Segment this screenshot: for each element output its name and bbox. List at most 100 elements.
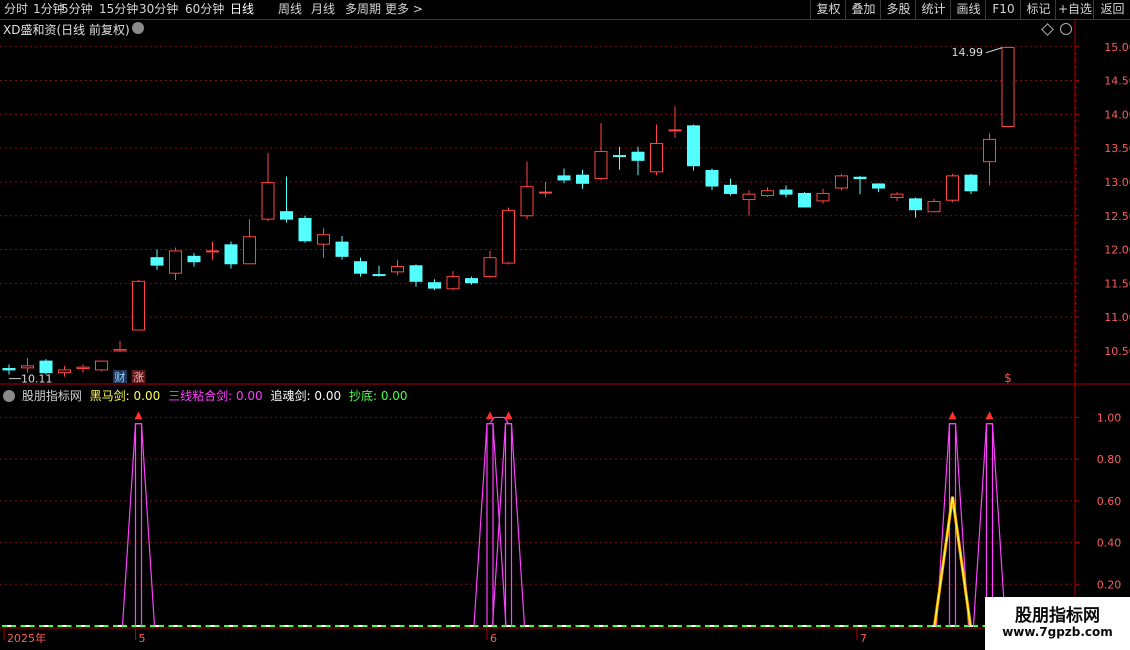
toolbar-button-2[interactable]: 多股 <box>880 0 916 19</box>
sanxian-bar <box>134 423 143 626</box>
stock-title: XD盛和资(日线 前复权) <box>3 23 130 37</box>
diamond-icon[interactable] <box>1041 23 1054 36</box>
candle-up <box>927 201 941 213</box>
candle-up <box>502 209 515 264</box>
period-8[interactable]: 月线 <box>311 1 335 18</box>
candle-down <box>335 241 349 257</box>
price-tick-label: 11.00 <box>1104 311 1130 324</box>
candle-down <box>39 360 53 374</box>
chevron-down-icon[interactable] <box>3 390 15 402</box>
event-marker-box <box>131 370 146 383</box>
price-tick-label: 13.50 <box>1104 142 1130 155</box>
period-6[interactable]: 日线 <box>230 1 254 18</box>
watermark-url: www.7gpzb.com <box>1002 625 1113 639</box>
candle-up <box>76 366 90 370</box>
candle-up <box>668 129 682 132</box>
candle-up <box>835 175 848 189</box>
x-axis-label: 5 <box>139 632 146 645</box>
candle-up <box>21 365 34 369</box>
candle-down <box>853 176 867 180</box>
period-10[interactable]: 更多 > <box>385 1 423 18</box>
candle-down <box>372 274 386 277</box>
candle-down <box>798 192 811 208</box>
candle-up <box>594 151 608 180</box>
candle-up <box>983 138 996 163</box>
x-axis-label: 7 <box>860 632 867 645</box>
toolbar-button-1[interactable]: 叠加 <box>845 0 881 19</box>
candle-up <box>890 193 904 199</box>
period-0[interactable]: 分时 <box>4 1 28 18</box>
price-tick-label: 14.00 <box>1104 108 1130 121</box>
kline-chart: 15.00 14.50 14.00 13.50 13.00 12.50 12.00 11.50… <box>0 19 1130 650</box>
candle-down <box>280 211 293 220</box>
sanxian-bar <box>985 423 994 626</box>
event-marker-text: 财 <box>115 370 126 384</box>
chaodi-value: 0.00 <box>380 389 408 403</box>
period-7[interactable]: 周线 <box>278 1 302 18</box>
toolbar-button-7[interactable]: +自选 <box>1055 0 1094 19</box>
sanxian-spike <box>121 423 156 627</box>
sanxian-connector <box>489 416 510 425</box>
toolbar-button-4[interactable]: 画线 <box>950 0 986 19</box>
candle-down <box>613 155 626 158</box>
price-tick-label: 11.50 <box>1104 277 1130 290</box>
sanxian-bar <box>948 423 957 626</box>
candle-up <box>391 265 404 273</box>
indicator-name: 股朋指标网 <box>21 389 82 403</box>
watermark: 股朋指标网 www.7gpzb.com <box>985 597 1130 650</box>
price-tick-label: 14.50 <box>1104 75 1130 88</box>
candle-down <box>428 282 441 289</box>
price-tick-label: 10.50 <box>1104 345 1130 358</box>
price-tick-label: 13.00 <box>1104 176 1130 189</box>
dividend-marker: $ <box>1004 371 1012 385</box>
candle-up <box>1001 46 1015 128</box>
toolbar-button-8[interactable]: 返回 <box>1093 0 1130 19</box>
candle-up <box>317 234 330 245</box>
candle-down <box>465 278 478 284</box>
red-arrow-icon <box>134 411 143 420</box>
candle-up <box>483 257 497 278</box>
candle-up <box>742 193 756 201</box>
chevron-down-icon[interactable] <box>132 22 144 34</box>
indicator-tick-label: 1.00 <box>1097 411 1122 424</box>
event-marker-box <box>113 370 127 383</box>
red-arrow-icon <box>504 411 513 420</box>
candle-up <box>113 349 127 352</box>
sanxian-spike <box>491 423 526 627</box>
red-arrow-icon <box>985 411 994 420</box>
indicator-tick-label: 0.40 <box>1097 537 1122 550</box>
sanxian-label: 三线粘合剑: <box>168 389 233 403</box>
zhuihun-value: 0.00 <box>314 389 342 403</box>
period-4[interactable]: 30分钟 <box>139 1 178 18</box>
candle-down <box>2 368 16 371</box>
candle-up <box>169 250 182 274</box>
toolbar-button-3[interactable]: 统计 <box>915 0 951 19</box>
indicator-tick-label: 0.60 <box>1097 495 1122 508</box>
circle-icon[interactable] <box>1060 23 1072 35</box>
period-5[interactable]: 60分钟 <box>185 1 224 18</box>
candle-down <box>705 169 719 187</box>
candle-down <box>557 175 571 181</box>
period-toolbar: 分时 1分钟 5分钟 15分钟 30分钟 60分钟 日线 周线 月线 多周期 更多 > 复权 叠加 多股统… <box>0 0 1130 20</box>
price-tick-label: 12.50 <box>1104 210 1130 223</box>
toolbar-button-5[interactable]: F10 <box>985 0 1021 19</box>
period-9[interactable]: 多周期 <box>345 1 381 18</box>
toolbar-button-0[interactable]: 复权 <box>810 0 846 19</box>
candle-up <box>58 369 71 374</box>
toolbar-button-6[interactable]: 标记 <box>1020 0 1056 19</box>
candle-down <box>631 151 645 161</box>
candle-down <box>909 198 922 211</box>
period-3[interactable]: 15分钟 <box>99 1 138 18</box>
sanxian-value: 0.00 <box>235 389 263 403</box>
candle-down <box>224 244 238 265</box>
candle-down <box>298 217 312 242</box>
indicator-header: 股朋指标网 黑马剑: 0.00 三线粘合剑: 0.00 追魂剑: 0.00 抄底… <box>3 387 408 404</box>
candle-down <box>964 174 978 192</box>
high-pointer-line <box>985 47 1003 54</box>
sanxian-spike <box>972 423 1007 627</box>
period-2[interactable]: 5分钟 <box>61 1 93 18</box>
candle-up <box>946 175 959 201</box>
low-price-label: 10.11 <box>21 373 53 386</box>
period-1[interactable]: 1分钟 <box>33 1 65 18</box>
zhuihun-label: 追魂剑: <box>270 389 311 403</box>
